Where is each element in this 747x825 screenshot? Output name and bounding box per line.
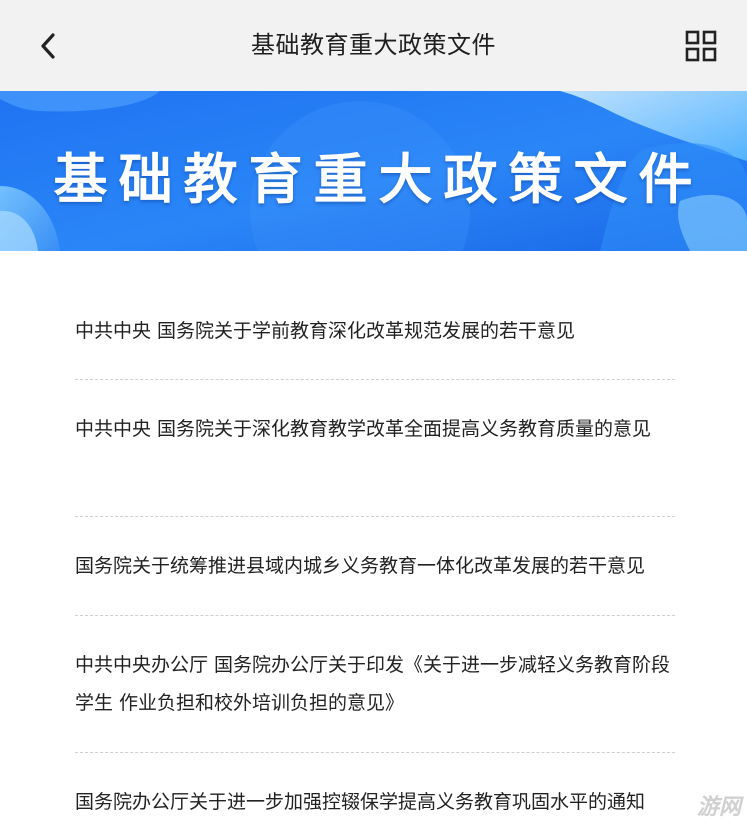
menu-grid-button[interactable]	[679, 24, 723, 68]
list-item[interactable]: 中共中央办公厅 国务院办公厅关于印发《关于进一步减轻义务教育阶段学生 作业负担和…	[75, 616, 675, 753]
policy-title[interactable]: 国务院办公厅关于进一步加强控辍保学提高义务教育巩固水平的通知	[75, 753, 675, 821]
list-item[interactable]: 国务院办公厅关于进一步加强控辍保学提高义务教育巩固水平的通知	[75, 753, 675, 823]
policy-list: 中共中央 国务院关于学前教育深化改革规范发展的若干意见 中共中央 国务院关于深化…	[75, 251, 675, 823]
watermark-logo: 游网	[696, 795, 741, 820]
policy-title[interactable]: 中共中央 国务院关于学前教育深化改革规范发展的若干意见	[75, 251, 675, 350]
list-item[interactable]: 中共中央 国务院关于学前教育深化改革规范发展的若干意见	[75, 251, 675, 380]
list-item[interactable]: 国务院关于统筹推进县域内城乡义务教育一体化改革发展的若干意见	[75, 517, 675, 616]
banner: 基础教育重大政策文件	[0, 91, 747, 251]
page-title: 基础教育重大政策文件	[251, 31, 496, 59]
policy-title[interactable]: 中共中央 国务院关于深化教育教学改革全面提高义务教育质量的意见	[75, 380, 675, 448]
banner-title: 基础教育重大政策文件	[53, 147, 704, 211]
policy-title[interactable]: 中共中央办公厅 国务院办公厅关于印发《关于进一步减轻义务教育阶段学生 作业负担和…	[75, 616, 675, 722]
policy-title[interactable]: 国务院关于统筹推进县域内城乡义务教育一体化改革发展的若干意见	[75, 517, 675, 585]
grid-icon	[685, 30, 717, 62]
top-nav-bar: 基础教育重大政策文件	[0, 0, 747, 91]
list-item[interactable]: 中共中央 国务院关于深化教育教学改革全面提高义务教育质量的意见	[75, 380, 675, 517]
